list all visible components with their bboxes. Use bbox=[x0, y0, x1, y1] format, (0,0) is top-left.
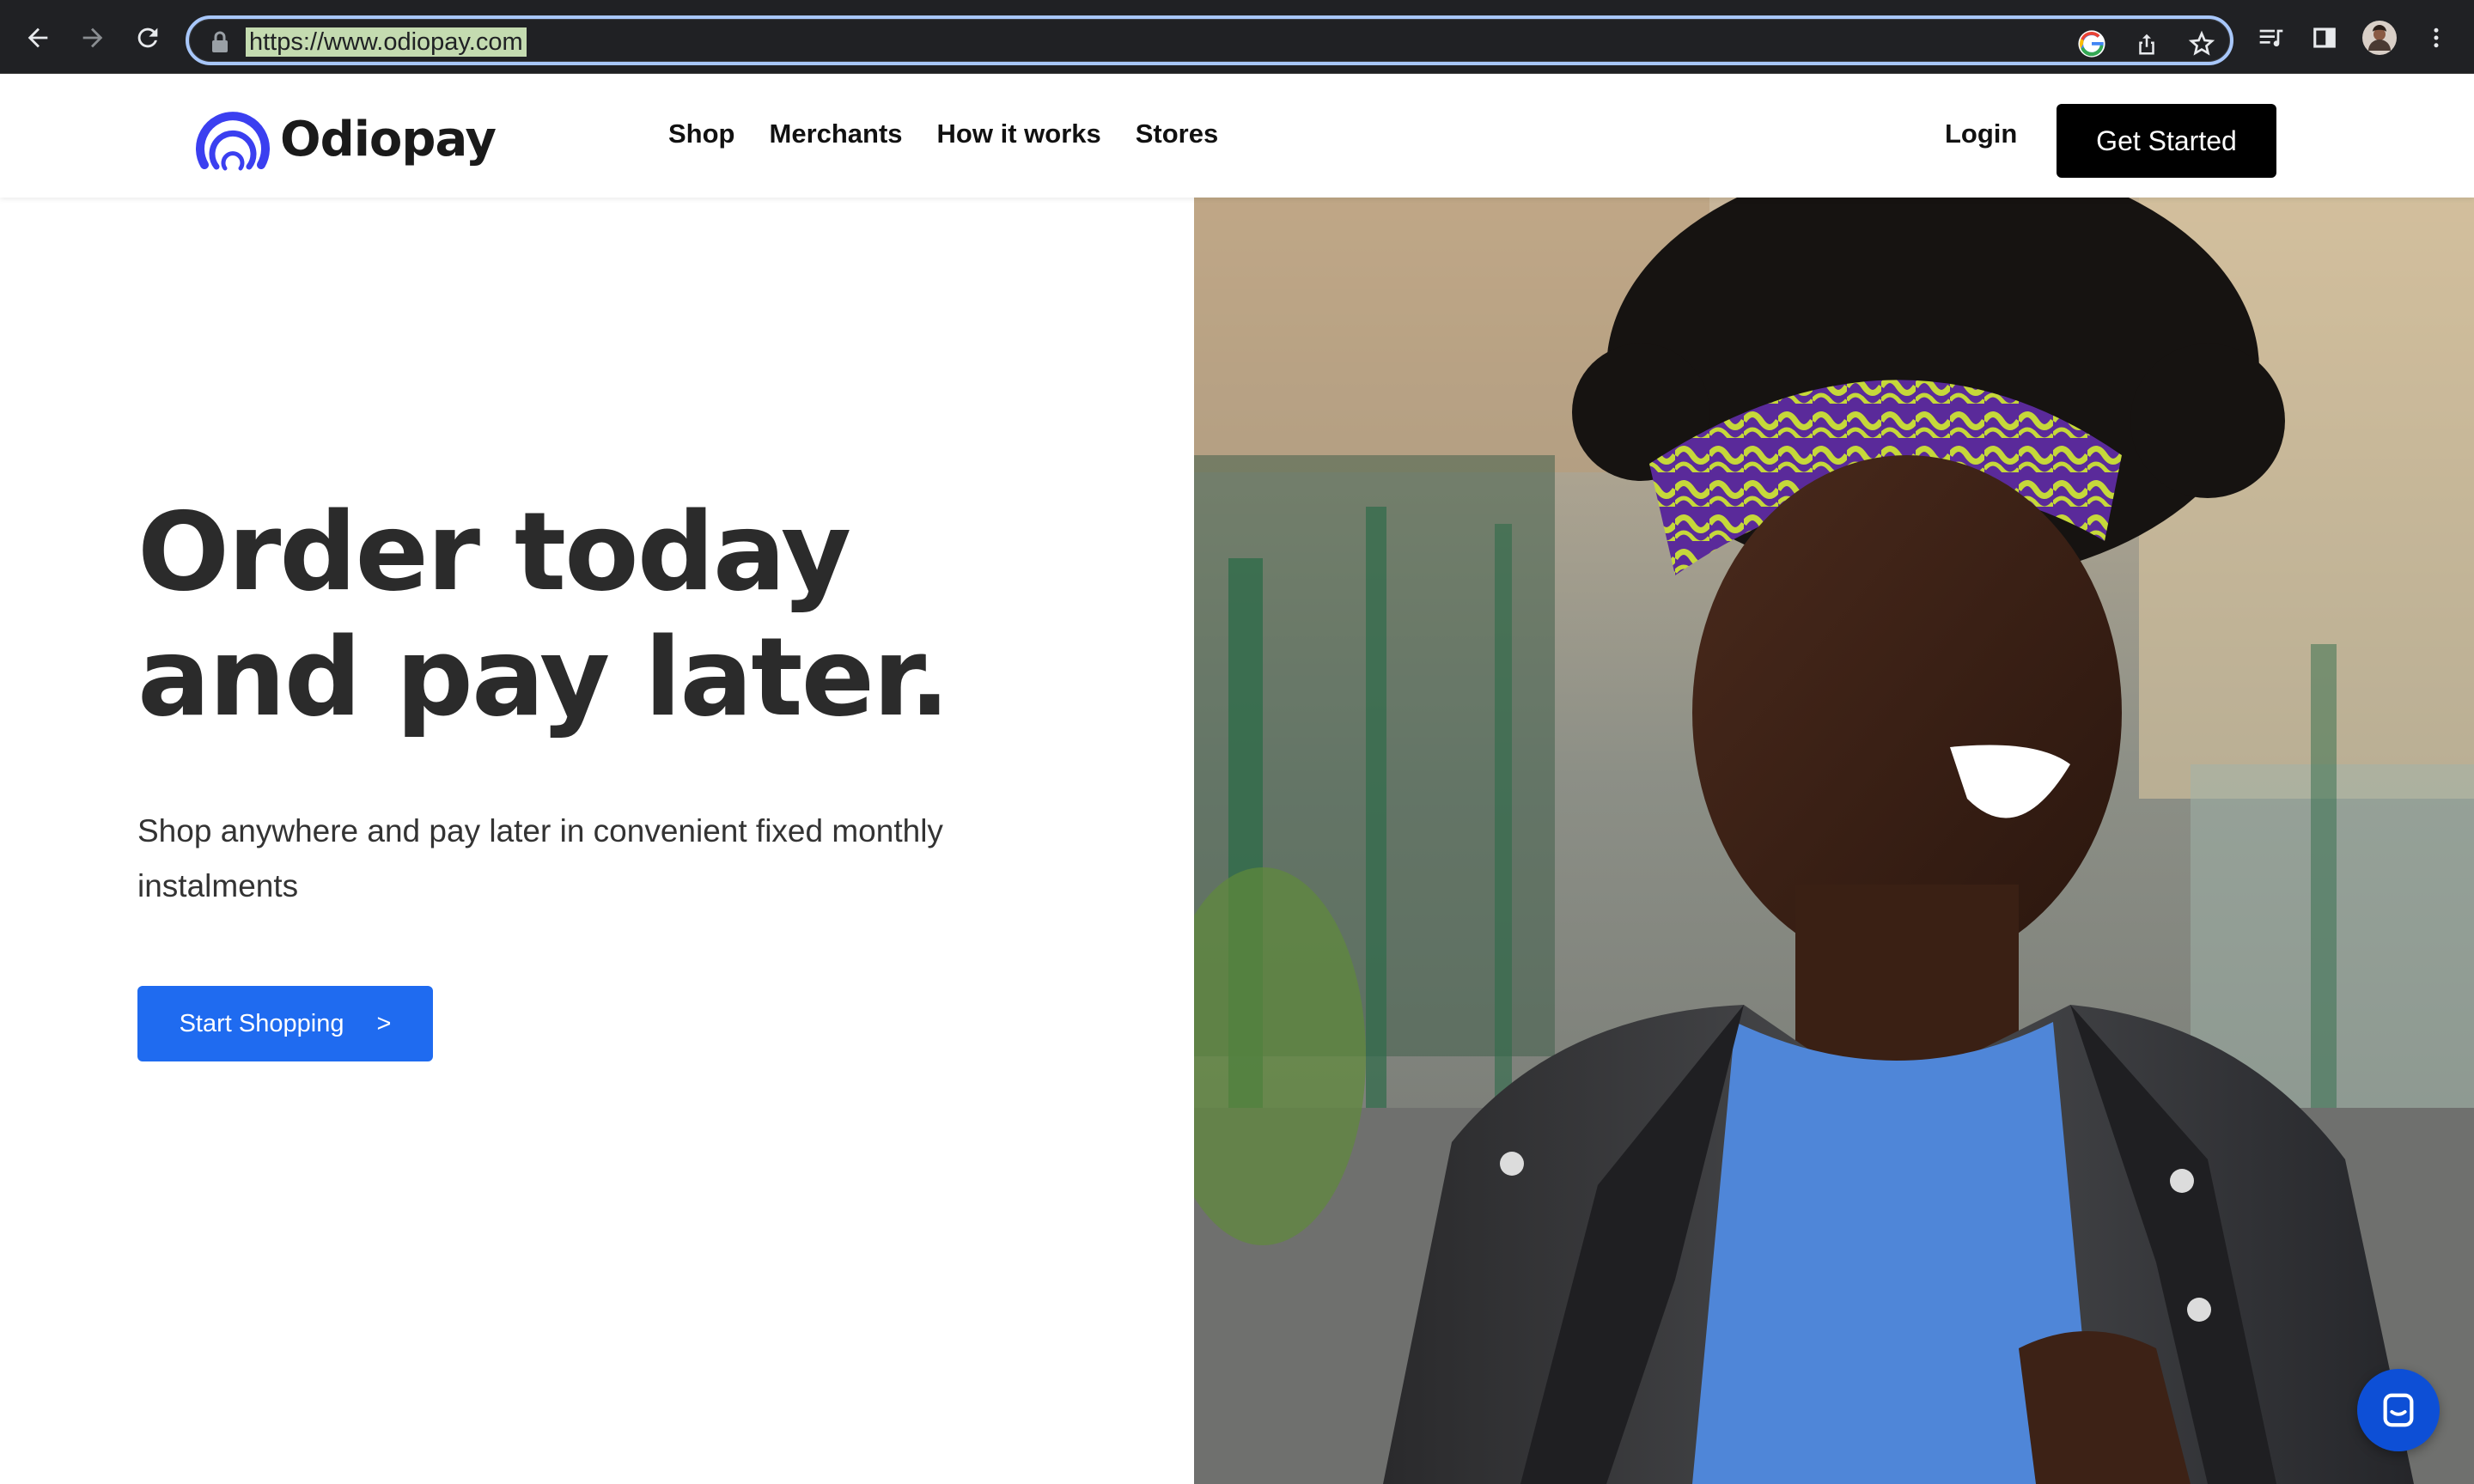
hero-image bbox=[1194, 198, 2474, 1484]
start-shopping-label: Start Shopping bbox=[179, 1009, 344, 1037]
hero-subtitle: Shop anywhere and pay later in convenien… bbox=[137, 813, 943, 903]
main-nav: Shop Merchants How it works Stores bbox=[668, 119, 1218, 149]
reading-list-button[interactable] bbox=[2254, 21, 2288, 55]
nav-how-it-works[interactable]: How it works bbox=[937, 119, 1101, 149]
nav-merchants[interactable]: Merchants bbox=[770, 119, 903, 149]
kebab-menu-icon bbox=[2434, 27, 2439, 48]
google-icon bbox=[2078, 30, 2105, 58]
address-bar[interactable]: https://www.odiopay.com bbox=[186, 15, 2233, 65]
bookmark-button[interactable] bbox=[2185, 27, 2218, 60]
site-header: Odiopay Shop Merchants How it works Stor… bbox=[0, 74, 2474, 198]
login-link[interactable]: Login bbox=[1945, 119, 2017, 149]
back-button[interactable] bbox=[19, 19, 57, 57]
google-lens-button[interactable] bbox=[2075, 27, 2108, 60]
brand-name: Odiopay bbox=[280, 111, 497, 167]
hero-title-line-2: and pay later. bbox=[137, 614, 950, 740]
start-shopping-button[interactable]: Start Shopping > bbox=[137, 986, 433, 1061]
url-text[interactable]: https://www.odiopay.com bbox=[246, 27, 527, 57]
browser-menu-button[interactable] bbox=[2419, 21, 2453, 55]
hero-section: Order today and pay later. Shop anywhere… bbox=[0, 198, 1194, 1484]
chat-icon bbox=[2383, 1393, 2414, 1427]
profile-button[interactable] bbox=[2362, 21, 2397, 55]
odiopay-logo-icon bbox=[196, 112, 270, 171]
share-icon bbox=[2139, 33, 2154, 55]
avatar bbox=[2362, 21, 2397, 55]
hero-title-line-1: Order today bbox=[137, 489, 851, 615]
hero-photo-illustration bbox=[1194, 198, 2474, 1484]
reading-list-icon bbox=[2259, 29, 2283, 47]
nav-stores[interactable]: Stores bbox=[1136, 119, 1218, 149]
star-icon bbox=[2188, 30, 2215, 56]
reload-button[interactable] bbox=[129, 19, 167, 57]
reload-icon bbox=[137, 27, 158, 48]
lock-icon bbox=[212, 31, 228, 52]
browser-toolbar: https://www.odiopay.com bbox=[0, 0, 2474, 74]
share-button[interactable] bbox=[2130, 27, 2163, 60]
side-panel-icon bbox=[2313, 27, 2336, 48]
get-started-button[interactable]: Get Started bbox=[2057, 104, 2276, 178]
chevron-right-icon: > bbox=[376, 1009, 392, 1037]
arrow-left-icon bbox=[27, 27, 48, 48]
nav-shop[interactable]: Shop bbox=[668, 119, 735, 149]
brand-logo[interactable]: Odiopay bbox=[196, 105, 497, 173]
arrow-right-icon bbox=[82, 27, 103, 48]
chat-launcher-button[interactable] bbox=[2357, 1369, 2440, 1451]
forward-button[interactable] bbox=[74, 19, 112, 57]
hero-title: Order today and pay later. bbox=[137, 489, 950, 740]
side-panel-button[interactable] bbox=[2307, 21, 2342, 55]
